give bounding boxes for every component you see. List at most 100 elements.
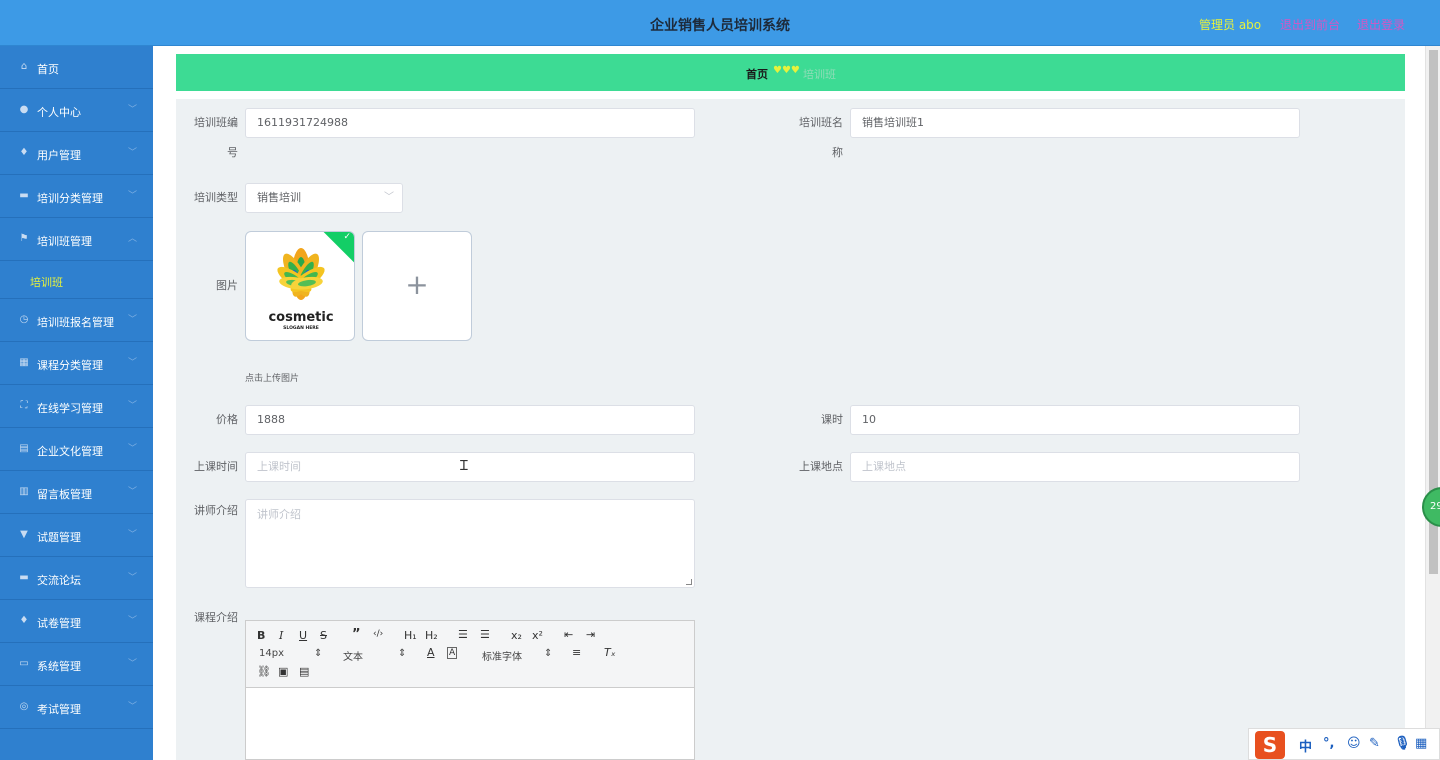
sidebar-item-11[interactable]: ▬ 交流论坛 ﹀ bbox=[0, 557, 153, 600]
code-block-icon[interactable]: ‹/› bbox=[373, 629, 383, 639]
background-color-icon[interactable]: A bbox=[447, 647, 458, 659]
font-color-icon[interactable]: A bbox=[427, 646, 435, 659]
link-icon[interactable]: ⛓ bbox=[257, 665, 271, 678]
mic-icon: ♦ bbox=[19, 147, 29, 158]
sidebar-item-0[interactable]: ⌂ 首页 bbox=[0, 46, 153, 89]
time-input[interactable]: 上课时间 Ɪ bbox=[245, 452, 695, 482]
emoji-icon[interactable]: ☺ bbox=[1347, 736, 1361, 751]
globe-icon: ◎ bbox=[19, 701, 29, 712]
class-no-input[interactable]: 1611931724988 bbox=[245, 108, 695, 138]
chevron-down-icon: ﹀ bbox=[384, 192, 394, 203]
sidebar-item-label: 个人中心 bbox=[37, 106, 81, 119]
ime-toolbar: S 中 °, ☺ ✎ 🎙 ▦ bbox=[1248, 728, 1440, 760]
chevron-down-icon: ﹀ bbox=[128, 315, 138, 325]
paragraph-select[interactable]: 文本 bbox=[343, 648, 363, 663]
sidebar-item-7[interactable]: ⛶ 在线学习管理 ﹀ bbox=[0, 385, 153, 428]
sidebar-item-label: 在线学习管理 bbox=[37, 402, 103, 415]
sidebar-item-12[interactable]: ♦ 试卷管理 ﹀ bbox=[0, 600, 153, 643]
sidebar-item-label: 企业文化管理 bbox=[37, 445, 103, 458]
resize-handle-icon[interactable] bbox=[686, 579, 692, 585]
place-input[interactable]: 上课地点 bbox=[850, 452, 1300, 482]
header-2-icon[interactable]: H₂ bbox=[425, 629, 438, 642]
hours-input[interactable]: 10 bbox=[850, 405, 1300, 435]
image-icon[interactable]: ▣ bbox=[278, 665, 288, 678]
sidebar-item-label: 试题管理 bbox=[37, 531, 81, 544]
outdent-icon[interactable]: ⇤ bbox=[564, 628, 573, 641]
type-select[interactable]: 销售培训 ﹀ bbox=[245, 183, 403, 213]
microphone-icon[interactable]: 🎙 bbox=[1394, 736, 1411, 751]
sidebar-submenu: 培训班 bbox=[0, 261, 153, 299]
teacher-textarea[interactable]: 讲师介绍 bbox=[245, 499, 695, 588]
ordered-list-icon[interactable]: ☰ bbox=[458, 628, 468, 641]
sidebar-item-label: 试卷管理 bbox=[37, 617, 81, 630]
uploaded-image-thumbnail[interactable]: cosmetic SLOGAN HERE ✓ bbox=[245, 231, 355, 341]
bullet-list-icon[interactable]: ☰ bbox=[480, 628, 490, 641]
time-input-placeholder: 上课时间 bbox=[257, 460, 301, 473]
breadcrumb-home[interactable]: 首页 bbox=[746, 66, 768, 82]
check-icon: ✓ bbox=[343, 232, 351, 242]
font-size-chevron-icon: ⇕ bbox=[314, 648, 323, 659]
breadcrumb-current: 培训班 bbox=[803, 68, 836, 81]
price-input[interactable]: 1888 bbox=[245, 405, 695, 435]
sidebar-item-5[interactable]: ◷ 培训班报名管理 ﹀ bbox=[0, 299, 153, 342]
subscript-icon[interactable]: x₂ bbox=[511, 629, 522, 642]
chevron-down-icon: ﹀ bbox=[128, 401, 138, 411]
chevron-down-icon: ﹀ bbox=[128, 148, 138, 158]
add-image-button[interactable]: + bbox=[362, 231, 472, 341]
sidebar-item-1[interactable]: ● 个人中心 ﹀ bbox=[0, 89, 153, 132]
bold-icon[interactable]: B bbox=[257, 629, 265, 642]
sidebar-item-6[interactable]: ▦ 课程分类管理 ﹀ bbox=[0, 342, 153, 385]
place-label: 上课地点 bbox=[799, 460, 843, 473]
course-label: 课程介绍 bbox=[194, 611, 238, 624]
class-name-input[interactable]: 销售培训班1 bbox=[850, 108, 1300, 138]
strike-icon[interactable]: S bbox=[320, 629, 327, 642]
ime-language-toggle[interactable]: 中 bbox=[1299, 736, 1312, 755]
sogou-logo-icon[interactable]: S bbox=[1255, 731, 1285, 759]
sidebar-item-label: 首页 bbox=[37, 63, 59, 76]
font-family-select[interactable]: 标准字体 bbox=[482, 648, 522, 663]
clear-format-icon[interactable]: Tₓ bbox=[604, 646, 616, 659]
toolbox-icon[interactable]: ▦ bbox=[1415, 736, 1427, 751]
upload-hint: 点击上传图片 bbox=[245, 374, 300, 384]
type-select-value: 销售培训 bbox=[257, 191, 301, 204]
chevron-down-icon: ﹀ bbox=[128, 616, 138, 626]
font-size-select[interactable]: 14px bbox=[259, 648, 284, 659]
sidebar-item-9[interactable]: ▥ 留言板管理 ﹀ bbox=[0, 471, 153, 514]
page-scrollbar[interactable] bbox=[1425, 46, 1440, 760]
punctuation-icon[interactable]: °, bbox=[1323, 736, 1334, 751]
underline-icon[interactable]: U bbox=[299, 629, 307, 642]
grid-icon: ▦ bbox=[19, 357, 29, 368]
price-label: 价格 bbox=[216, 413, 238, 426]
rich-text-editor[interactable]: B I U S ” ‹/› H₁ H₂ ☰ ☰ x₂ x² ⇤ ⇥ 14px ⇕… bbox=[245, 620, 695, 760]
sidebar-subitem-training-class[interactable]: 培训班 bbox=[30, 274, 63, 290]
edit-form: 培训班编 号 1611931724988 培训班名 称 销售培训班1 培训类型 … bbox=[176, 99, 1405, 760]
sidebar-item-8[interactable]: ▤ 企业文化管理 ﹀ bbox=[0, 428, 153, 471]
italic-icon[interactable]: I bbox=[279, 629, 283, 642]
logout-link[interactable]: 退出登录 bbox=[1357, 16, 1405, 33]
chevron-down-icon: ﹀ bbox=[128, 191, 138, 201]
video-icon[interactable]: ▤ bbox=[299, 665, 309, 678]
pen-icon[interactable]: ✎ bbox=[1369, 736, 1380, 751]
sidebar-item-4[interactable]: ⚑ 培训班管理 ︿ bbox=[0, 218, 153, 261]
sidebar-item-3[interactable]: ▬ 培训分类管理 ﹀ bbox=[0, 175, 153, 218]
chevron-down-icon: ﹀ bbox=[128, 105, 138, 115]
sidebar-item-2[interactable]: ♦ 用户管理 ﹀ bbox=[0, 132, 153, 175]
blockquote-icon[interactable]: ” bbox=[352, 627, 361, 642]
fullscreen-icon: ⛶ bbox=[20, 400, 28, 411]
teacher-placeholder: 讲师介绍 bbox=[257, 508, 301, 521]
sidebar-item-label: 培训班管理 bbox=[37, 235, 92, 248]
back-to-front-link[interactable]: 退出到前台 bbox=[1280, 16, 1340, 33]
class-no-label: 培训班编 号 bbox=[176, 108, 238, 160]
align-icon[interactable]: ≡ bbox=[572, 646, 581, 659]
sidebar-item-13[interactable]: ▭ 系统管理 ﹀ bbox=[0, 643, 153, 686]
sidebar-item-10[interactable]: ▼ 试题管理 ﹀ bbox=[0, 514, 153, 557]
image-label: 图片 bbox=[216, 279, 238, 292]
teacher-label: 讲师介绍 bbox=[194, 504, 238, 517]
header-1-icon[interactable]: H₁ bbox=[404, 629, 417, 642]
sidebar-item-14[interactable]: ◎ 考试管理 ﹀ bbox=[0, 686, 153, 729]
indent-icon[interactable]: ⇥ bbox=[586, 628, 595, 641]
sidebar-item-label: 用户管理 bbox=[37, 149, 81, 162]
superscript-icon[interactable]: x² bbox=[532, 629, 543, 642]
top-header: 企业销售人员培训系统 管理员 abo 退出到前台 退出登录 bbox=[0, 0, 1440, 46]
editor-toolbar: B I U S ” ‹/› H₁ H₂ ☰ ☰ x₂ x² ⇤ ⇥ 14px ⇕… bbox=[246, 621, 694, 688]
